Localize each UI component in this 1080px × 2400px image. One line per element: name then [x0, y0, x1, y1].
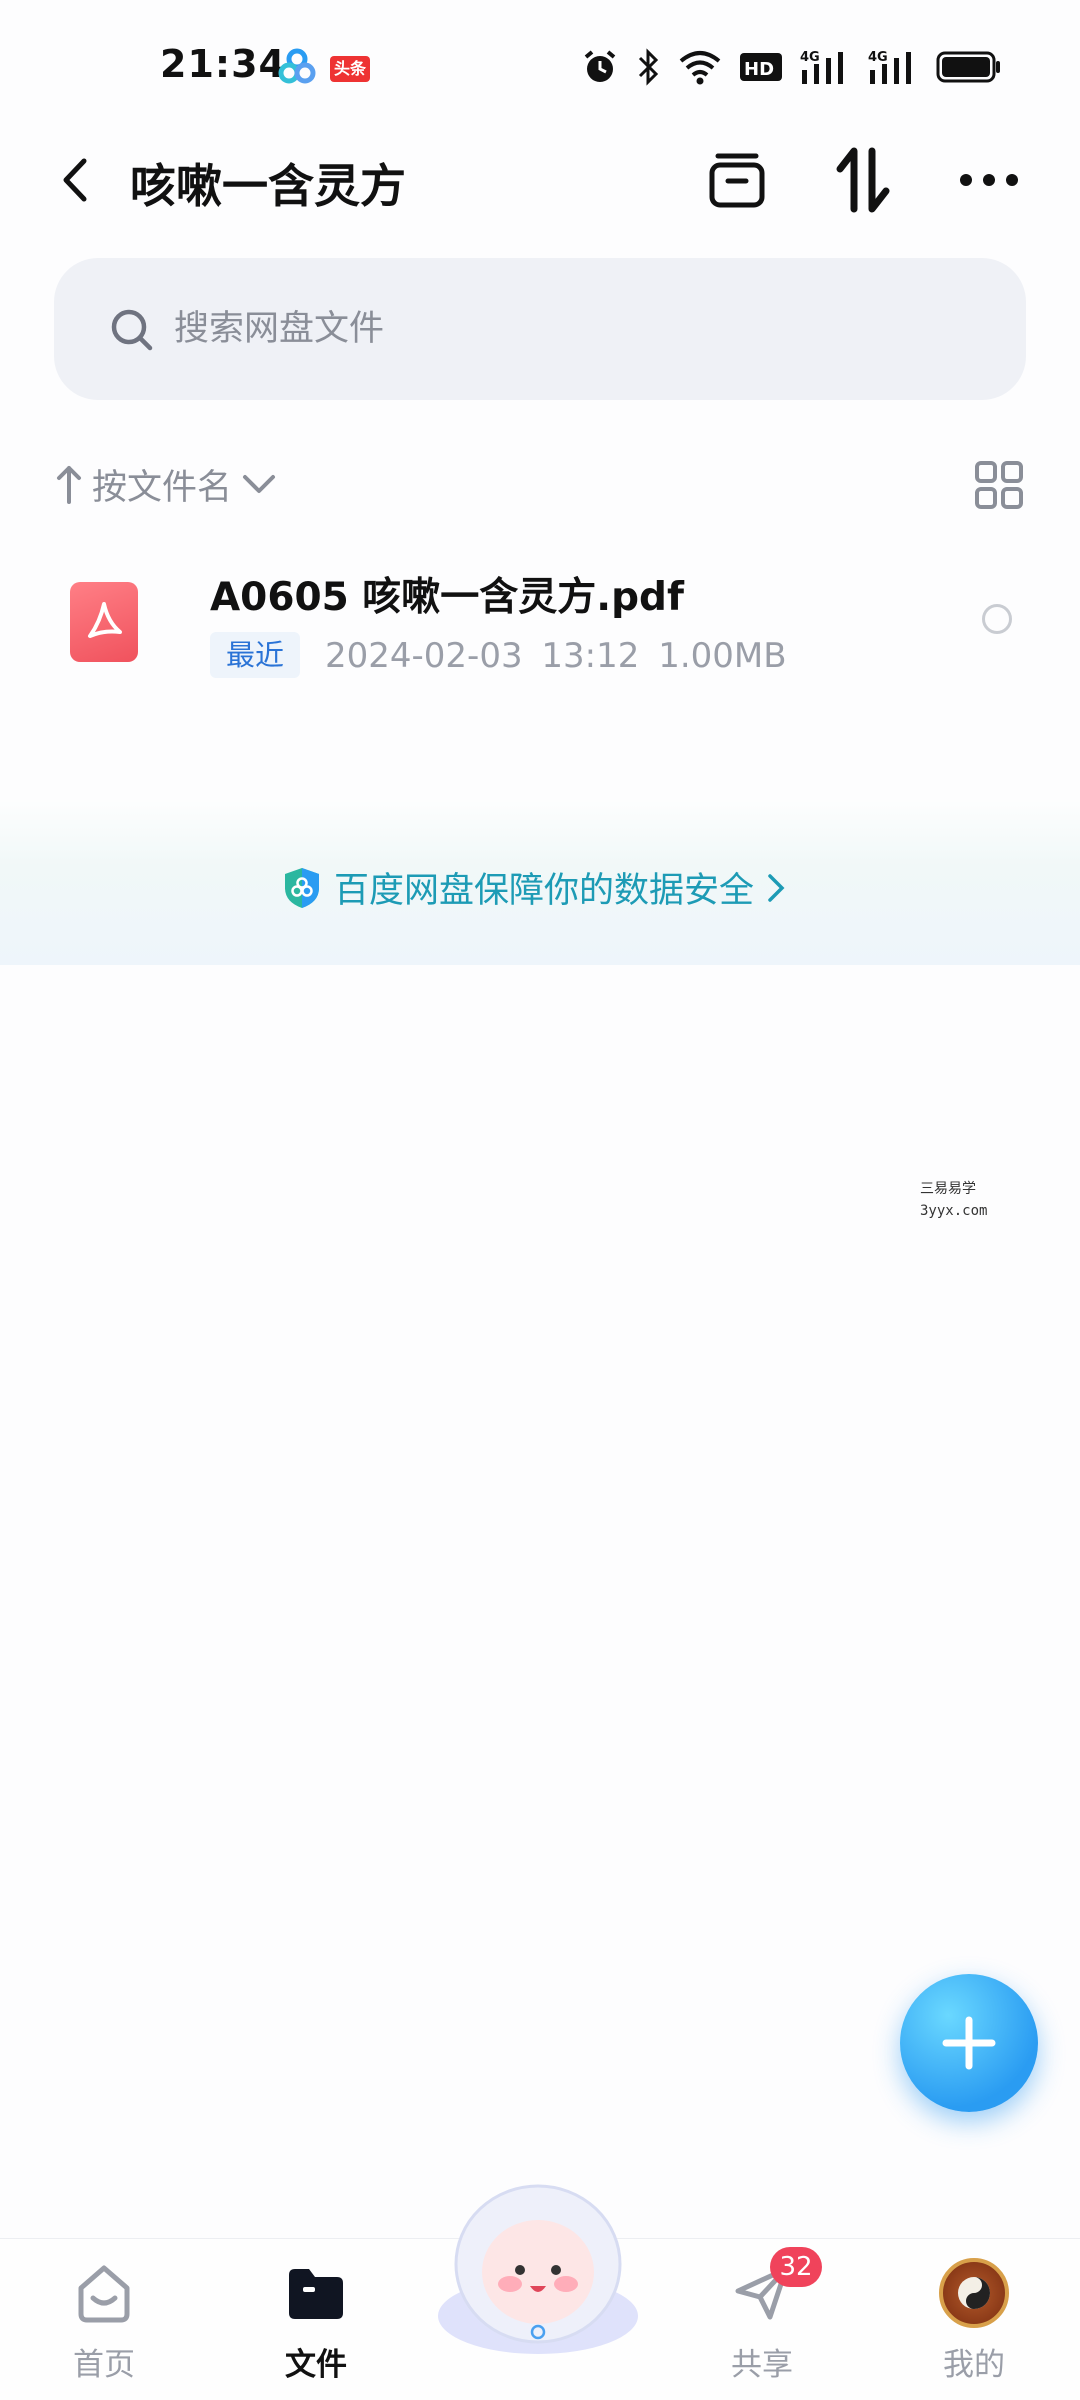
chevron-right-icon	[768, 873, 785, 902]
watermark: 三易易学 3yyx.com	[920, 1181, 988, 1219]
status-bar: 21:34 头条 HD 4G 4G	[0, 0, 1080, 130]
archive-button[interactable]	[702, 144, 772, 216]
battery-icon	[936, 51, 1000, 83]
plus-icon	[942, 2016, 996, 2070]
nav-mine-label: 我的	[943, 2347, 1005, 2383]
home-icon	[78, 2265, 130, 2323]
pdf-icon	[70, 582, 138, 662]
sort-toggle-button[interactable]	[828, 144, 898, 216]
nav-share-label: 共享	[731, 2347, 793, 2383]
sort-by-name-button[interactable]: 按文件名	[56, 454, 276, 514]
page-title: 咳嗽一含灵方	[130, 159, 406, 213]
file-select-checkbox[interactable]	[982, 604, 1012, 634]
chevron-left-icon	[63, 158, 87, 202]
signal-4g-icon-2: 4G	[868, 50, 911, 84]
status-icons: HD 4G 4G	[582, 44, 1002, 90]
toutiao-notification-icon: 头条	[330, 56, 370, 82]
nav-home[interactable]: 首页	[44, 2249, 164, 2389]
avatar	[939, 2258, 1009, 2328]
add-fab-button[interactable]	[900, 1974, 1038, 2112]
svg-text:4G: 4G	[868, 50, 888, 65]
nav-home-label: 首页	[73, 2347, 135, 2383]
folder-icon	[289, 2269, 343, 2319]
sort-arrows-icon	[836, 147, 890, 213]
bluetooth-icon	[638, 48, 659, 86]
search-icon	[111, 309, 153, 351]
alarm-icon	[584, 50, 616, 82]
status-time: 21:34	[160, 42, 286, 86]
top-app-bar: 咳嗽一含灵方	[0, 130, 1080, 230]
svg-text:4G: 4G	[800, 50, 820, 65]
wifi-icon	[679, 51, 721, 85]
search-bar[interactable]	[54, 258, 1026, 400]
shield-icon	[285, 867, 319, 908]
share-badge: 32	[770, 2247, 822, 2287]
nav-files[interactable]: 文件	[256, 2249, 376, 2389]
search-input[interactable]	[174, 298, 974, 360]
security-banner[interactable]: 百度网盘保障你的数据安全	[0, 800, 1080, 965]
baidu-netdisk-notification-icon	[278, 48, 316, 84]
hd-voice-icon: HD	[740, 53, 782, 81]
signal-4g-icon: 4G	[800, 50, 843, 84]
archive-icon	[709, 153, 765, 208]
sort-row: 按文件名	[0, 448, 1080, 518]
security-banner-text: 百度网盘保障你的数据安全	[334, 871, 755, 911]
mascot-button[interactable]	[432, 2176, 644, 2358]
nav-mine[interactable]: 我的	[914, 2249, 1034, 2389]
arrow-up-icon	[57, 466, 81, 504]
sort-label: 按文件名	[92, 467, 233, 508]
more-dots-icon	[960, 174, 1018, 186]
more-options-button[interactable]	[954, 144, 1024, 216]
nav-share[interactable]: 32 共享	[702, 2247, 822, 2389]
back-button[interactable]	[44, 148, 104, 212]
nav-files-label: 文件	[285, 2347, 347, 2383]
recent-tag: 最近	[210, 632, 301, 678]
file-list-item[interactable]: A0605 咳嗽一含灵方.pdf 最近 2024-02-03 13:12 1.0…	[0, 548, 1080, 698]
grid-view-icon[interactable]	[974, 460, 1024, 510]
svg-text:HD: HD	[744, 59, 774, 80]
chevron-down-icon	[243, 475, 276, 493]
file-name: A0605 咳嗽一含灵方.pdf	[210, 575, 684, 620]
file-meta: 2024-02-03 13:12 1.00MB	[325, 636, 787, 676]
